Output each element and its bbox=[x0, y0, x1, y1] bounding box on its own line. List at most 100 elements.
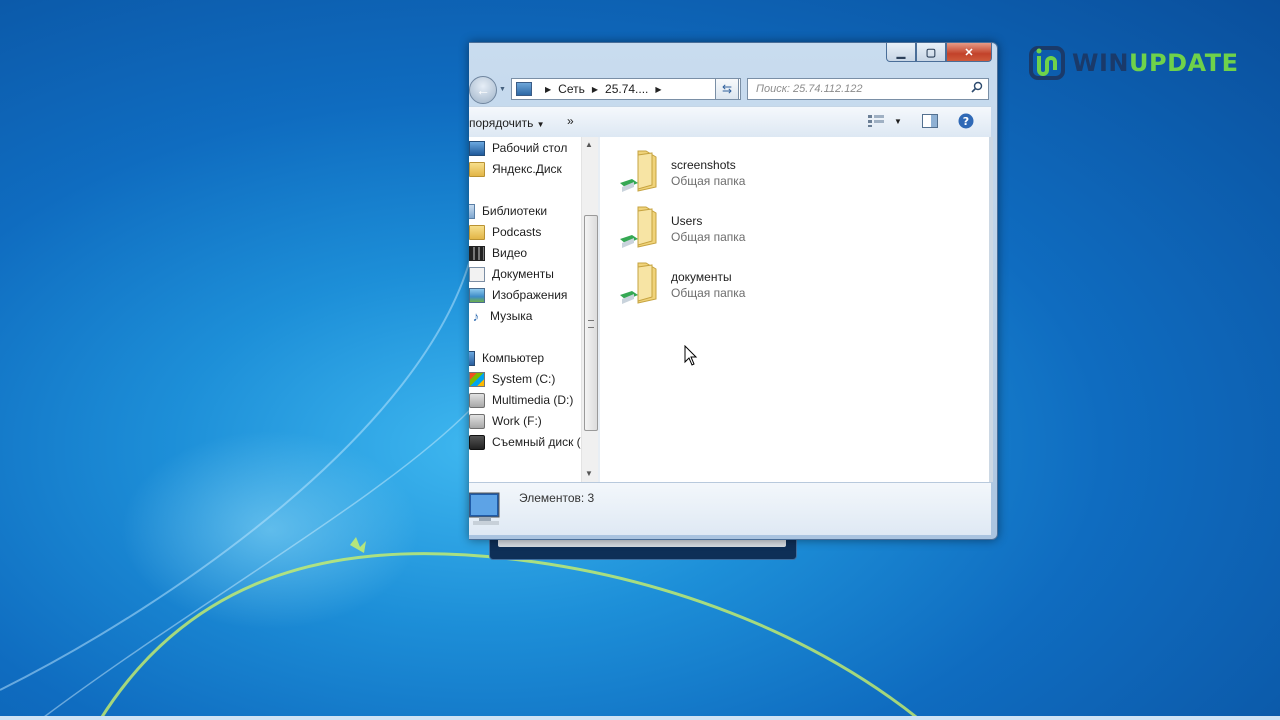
file-name: Users bbox=[671, 214, 703, 228]
caption-buttons: ▁ ▢ ✕ bbox=[886, 43, 992, 63]
window-edge-scroll bbox=[989, 137, 993, 482]
breadcrumb-network[interactable]: Сеть bbox=[558, 82, 585, 96]
navigation-pane: Рабочий стол Яндекс.Диск Библиотеки Podc… bbox=[469, 137, 581, 482]
documents-icon bbox=[469, 266, 485, 282]
winupdate-logo: WINUPDATE bbox=[1028, 44, 1238, 82]
search-placeholder: Поиск: 25.74.112.122 bbox=[756, 83, 863, 95]
nav-item-label: Компьютер bbox=[482, 351, 545, 365]
nav-item-label: Библиотеки bbox=[482, 204, 548, 218]
mouse-cursor-icon bbox=[684, 345, 698, 366]
explorer-window[interactable]: ▁ ▢ ✕ ← ▼ ▶ Сеть ▶ 25.74.... ▶ ▼ ⇆ Поиск… bbox=[469, 42, 998, 540]
details-pane: Элементов: 3 bbox=[469, 482, 991, 535]
nav-item-documents[interactable]: Документы bbox=[469, 265, 554, 283]
logo-text-part2: UPDATE bbox=[1129, 49, 1239, 77]
search-box[interactable]: Поиск: 25.74.112.122 bbox=[747, 78, 989, 100]
computer-icon bbox=[469, 350, 475, 366]
file-type: Общая папка bbox=[671, 286, 746, 300]
content-area: Рабочий стол Яндекс.Диск Библиотеки Podc… bbox=[469, 137, 991, 482]
scroll-up-icon[interactable]: ▲ bbox=[585, 140, 593, 149]
breadcrumb-separator-icon: ▶ bbox=[591, 84, 599, 94]
desktop-icon bbox=[469, 140, 485, 156]
back-arrow-icon: ← bbox=[476, 82, 490, 98]
network-location-icon bbox=[516, 82, 532, 96]
nav-item-podcasts[interactable]: Podcasts bbox=[469, 223, 541, 241]
hdd-icon bbox=[469, 392, 485, 408]
nav-item-label: Изображения bbox=[492, 288, 568, 302]
folder-icon bbox=[469, 161, 485, 177]
organize-button[interactable]: порядочить ▼ bbox=[469, 116, 545, 130]
refresh-button[interactable]: ⇆ bbox=[715, 78, 739, 100]
network-computer-icon bbox=[469, 492, 500, 525]
command-bar: порядочить ▼ » ▼ ? bbox=[469, 106, 991, 138]
nav-item-music[interactable]: ♪ Музыка bbox=[469, 307, 533, 325]
maximize-icon: ▢ bbox=[925, 46, 937, 59]
nav-item-label: System (C:) bbox=[492, 372, 556, 386]
more-commands-button[interactable]: » bbox=[567, 114, 574, 128]
navigation-scrollbar[interactable]: ▲ ▼ bbox=[581, 137, 599, 482]
organize-label: порядочить bbox=[469, 116, 534, 130]
file-item-documents[interactable]: документы Общая папка bbox=[618, 259, 878, 309]
nav-item-label: Видео bbox=[492, 246, 528, 260]
nav-item-libraries[interactable]: Библиотеки bbox=[469, 202, 547, 220]
scroll-thumb[interactable] bbox=[584, 215, 598, 431]
breadcrumb-separator-icon: ▶ bbox=[655, 84, 662, 94]
file-item-users[interactable]: Users Общая папка bbox=[618, 203, 878, 253]
removable-drive-icon bbox=[469, 434, 485, 450]
refresh-icon: ⇆ bbox=[721, 82, 733, 96]
nav-item-pictures[interactable]: Изображения bbox=[469, 286, 567, 304]
view-dropdown-icon[interactable]: ▼ bbox=[889, 113, 907, 129]
nav-item-label: Multimedia (D:) bbox=[492, 393, 574, 407]
libraries-icon bbox=[469, 203, 475, 219]
nav-item-label: Яндекс.Диск bbox=[492, 162, 562, 176]
winupdate-logo-icon bbox=[1029, 46, 1065, 80]
nav-item-label: Work (F:) bbox=[492, 414, 542, 428]
nav-item-label: Рабочий стол bbox=[492, 141, 568, 155]
nav-item-label: Съемный диск ( bbox=[492, 435, 581, 449]
search-icon[interactable] bbox=[971, 81, 983, 93]
folder-icon bbox=[469, 224, 485, 240]
breadcrumb-separator-icon: ▶ bbox=[545, 84, 552, 94]
close-icon: ✕ bbox=[964, 46, 974, 59]
nav-item-label: Музыка bbox=[490, 309, 533, 323]
hdd-icon bbox=[469, 413, 485, 429]
taskbar-edge bbox=[0, 716, 1280, 720]
maximize-button[interactable]: ▢ bbox=[916, 43, 946, 62]
file-item-screenshots[interactable]: screenshots Общая папка bbox=[618, 147, 878, 197]
address-bar[interactable]: ▶ Сеть ▶ 25.74.... ▶ ▼ bbox=[511, 78, 741, 100]
svg-text:?: ? bbox=[963, 115, 969, 128]
shared-folder-icon bbox=[620, 206, 657, 248]
nav-item-computer[interactable]: Компьютер bbox=[469, 349, 544, 367]
file-type: Общая папка bbox=[671, 230, 746, 244]
item-count: Элементов: 3 bbox=[519, 491, 595, 505]
scroll-down-icon[interactable]: ▼ bbox=[585, 469, 593, 478]
shared-folder-icon bbox=[620, 150, 657, 192]
help-icon[interactable]: ? bbox=[957, 113, 975, 129]
file-name: screenshots bbox=[671, 158, 736, 172]
nav-item-label: Документы bbox=[492, 267, 554, 281]
shared-folder-icon bbox=[620, 262, 657, 304]
logo-text-part1: WIN bbox=[1072, 49, 1129, 77]
pictures-icon bbox=[469, 287, 485, 303]
back-button[interactable]: ← bbox=[469, 76, 497, 104]
minimize-icon: ▁ bbox=[896, 46, 906, 59]
nav-item-multimedia-d[interactable]: Multimedia (D:) bbox=[469, 391, 573, 409]
breadcrumb-host[interactable]: 25.74.... bbox=[605, 82, 648, 96]
view-options-icon[interactable] bbox=[867, 113, 885, 129]
nav-item-removable-drive[interactable]: Съемный диск ( bbox=[469, 433, 581, 451]
system-drive-icon bbox=[469, 371, 485, 387]
nav-item-work-f[interactable]: Work (F:) bbox=[469, 412, 542, 430]
file-name: документы bbox=[671, 270, 732, 284]
nav-item-yandex-disk[interactable]: Яндекс.Диск bbox=[469, 160, 562, 178]
preview-pane-icon[interactable] bbox=[921, 113, 939, 129]
nav-item-system-c[interactable]: System (C:) bbox=[469, 370, 555, 388]
history-dropdown-icon[interactable]: ▼ bbox=[499, 86, 506, 93]
nav-item-label: Podcasts bbox=[492, 225, 542, 239]
minimize-button[interactable]: ▁ bbox=[886, 43, 916, 62]
nav-item-desktop[interactable]: Рабочий стол bbox=[469, 139, 567, 157]
nav-item-video[interactable]: Видео bbox=[469, 244, 527, 262]
file-list: screenshots Общая папка Users Общая папк… bbox=[600, 137, 991, 482]
file-type: Общая папка bbox=[671, 174, 746, 188]
close-button[interactable]: ✕ bbox=[946, 43, 992, 62]
chevron-down-icon: ▼ bbox=[536, 120, 545, 129]
video-icon bbox=[469, 245, 485, 261]
